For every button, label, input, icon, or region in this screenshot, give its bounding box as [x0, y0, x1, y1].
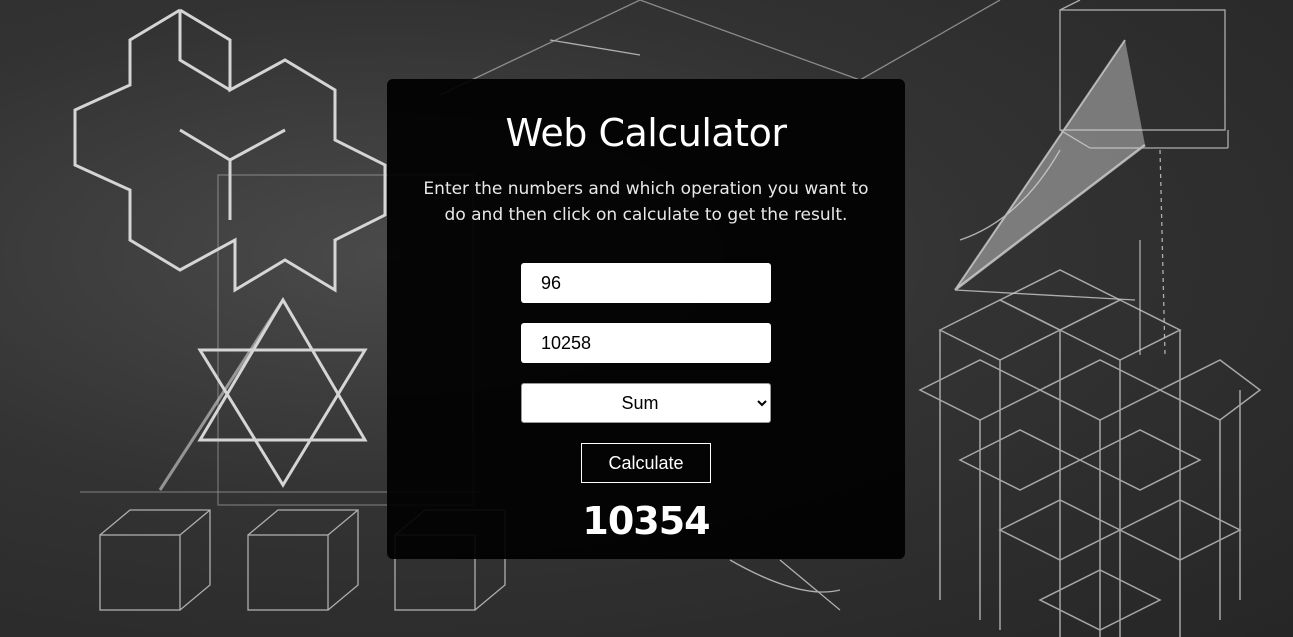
page-title: Web Calculator	[505, 111, 787, 155]
calculator-card: Web Calculator Enter the numbers and whi…	[387, 79, 905, 559]
first-number-input[interactable]	[521, 263, 771, 303]
calculate-button[interactable]: Calculate	[581, 443, 711, 483]
second-number-input[interactable]	[521, 323, 771, 363]
instructions-text: Enter the numbers and which operation yo…	[423, 179, 869, 225]
result-value: 10354	[582, 499, 710, 543]
operation-select[interactable]: Sum	[521, 383, 771, 423]
